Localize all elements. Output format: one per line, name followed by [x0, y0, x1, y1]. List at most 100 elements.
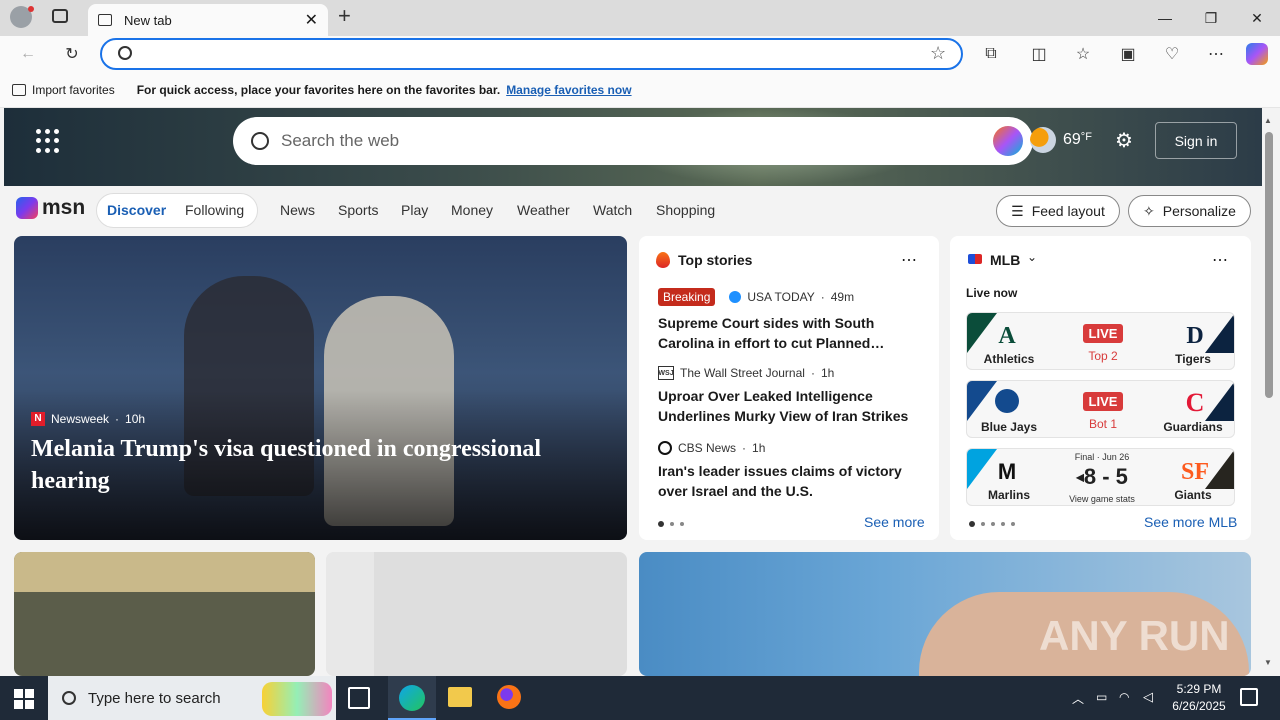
- close-tab-icon[interactable]: ✕: [305, 10, 318, 30]
- import-favorites-button[interactable]: Import favorites: [12, 83, 115, 97]
- collections-icon[interactable]: ▣: [1112, 38, 1144, 70]
- game-final-status: Final · Jun 26: [1074, 452, 1130, 462]
- svg-text:SF: SF: [1181, 459, 1209, 485]
- top-stories-title[interactable]: Top stories: [678, 252, 752, 268]
- svg-text:A: A: [998, 323, 1016, 349]
- news-card-image[interactable]: ANY RUN: [639, 552, 1251, 676]
- weather-partly-cloudy-icon[interactable]: [1030, 127, 1056, 153]
- story-headline[interactable]: Iran's leader issues claims of victory o…: [658, 461, 923, 501]
- taskbar-search-box[interactable]: Type here to search: [48, 676, 336, 720]
- svg-text:C: C: [1186, 388, 1205, 417]
- team-logo: D: [1155, 313, 1234, 353]
- task-view-icon[interactable]: [348, 687, 370, 709]
- address-bar[interactable]: ☆: [100, 38, 963, 70]
- new-tab-icon[interactable]: +: [338, 4, 360, 30]
- split-screen-icon[interactable]: ◫: [1023, 38, 1055, 70]
- cbs-eye-logo-icon: [658, 441, 672, 455]
- show-hidden-icons-chevron-icon[interactable]: ︿: [1072, 690, 1084, 707]
- close-window-icon[interactable]: ✕: [1234, 0, 1280, 36]
- apps-grid-icon[interactable]: [36, 129, 60, 153]
- game-tile[interactable]: Blue Jays LIVE Bot 1 C Guardians: [966, 380, 1235, 438]
- restore-icon[interactable]: ❐: [1188, 0, 1234, 36]
- see-more-link[interactable]: See more: [864, 514, 925, 530]
- volume-icon[interactable]: ◁: [1143, 689, 1153, 705]
- edge-taskbar-button[interactable]: [388, 676, 436, 720]
- nav-play[interactable]: Play: [401, 202, 428, 218]
- nav-sports[interactable]: Sports: [338, 202, 378, 218]
- edge-icon: [399, 685, 425, 711]
- extensions-icon[interactable]: ⧉: [975, 38, 1007, 70]
- game-tile[interactable]: A Athletics LIVE Top 2 D Tigers: [966, 312, 1235, 370]
- sliders-icon: ☰: [1011, 202, 1024, 219]
- msn-butterfly-icon: [16, 197, 38, 219]
- browser-essentials-icon[interactable]: ♡: [1156, 38, 1188, 70]
- game-tile[interactable]: M Marlins Final · Jun 26 ◀8 - 5 View gam…: [966, 448, 1235, 506]
- story-age: 1h: [820, 366, 835, 380]
- more-options-icon[interactable]: ⋯: [1212, 250, 1228, 270]
- nav-news[interactable]: News: [280, 202, 315, 218]
- chevron-down-icon[interactable]: ⌄: [1027, 250, 1037, 264]
- wifi-icon[interactable]: ◠: [1119, 690, 1129, 704]
- hero-story-card[interactable]: N Newsweek · 10h Melania Trump's visa qu…: [14, 236, 627, 540]
- tab-following[interactable]: Following: [185, 202, 244, 218]
- manage-favorites-link[interactable]: Manage favorites now: [506, 83, 631, 97]
- page-settings-gear-icon[interactable]: ⚙: [1115, 130, 1137, 152]
- news-card-placeholder[interactable]: [326, 552, 627, 676]
- import-favorites-icon: [12, 83, 26, 96]
- web-search-box[interactable]: Search the web: [233, 117, 1033, 165]
- search-icon: [118, 46, 132, 60]
- copilot-icon[interactable]: [1246, 43, 1268, 65]
- scroll-down-arrow-icon[interactable]: ▼: [1264, 658, 1272, 667]
- browser-title-bar: New tab ✕ + — ❐ ✕: [0, 0, 1280, 36]
- firefox-icon[interactable]: [497, 685, 521, 709]
- notifications-icon[interactable]: [1240, 688, 1258, 706]
- favorites-icon[interactable]: ☆: [1067, 38, 1099, 70]
- live-now-label: Live now: [966, 286, 1018, 300]
- story-headline[interactable]: Supreme Court sides with South Carolina …: [658, 313, 923, 353]
- nav-weather[interactable]: Weather: [517, 202, 570, 218]
- more-options-icon[interactable]: ⋯: [901, 250, 917, 270]
- newsweek-logo-icon: N: [31, 412, 45, 426]
- system-clock[interactable]: 5:29 PM 6/26/2025: [1166, 681, 1232, 715]
- personalize-button[interactable]: ✧ Personalize: [1128, 195, 1251, 227]
- nav-shopping[interactable]: Shopping: [656, 202, 715, 218]
- inning-status: Top 2: [1088, 349, 1118, 363]
- personalize-sparkle-icon: ✧: [1143, 202, 1155, 219]
- view-game-stats-link[interactable]: View game stats: [1057, 494, 1147, 504]
- news-card-image[interactable]: [14, 552, 315, 676]
- nav-money[interactable]: Money: [451, 202, 493, 218]
- see-more-mlb-link[interactable]: See more MLB: [1144, 514, 1237, 530]
- file-explorer-icon[interactable]: [448, 687, 472, 707]
- mlb-pager[interactable]: [969, 521, 1015, 527]
- network-icon[interactable]: ▭: [1096, 690, 1107, 704]
- back-icon[interactable]: ←: [12, 38, 44, 70]
- web-search-placeholder: Search the web: [281, 131, 400, 150]
- refresh-icon[interactable]: ↻: [56, 38, 88, 70]
- settings-more-icon[interactable]: ⋯: [1200, 38, 1232, 70]
- sign-in-button[interactable]: Sign in: [1155, 122, 1237, 159]
- hero-headline[interactable]: Melania Trump's visa questioned in congr…: [31, 433, 591, 497]
- svg-text:D: D: [1186, 323, 1203, 349]
- windows-start-icon[interactable]: [14, 689, 34, 709]
- tab-discover[interactable]: Discover: [107, 202, 166, 218]
- trending-flame-icon: [656, 252, 670, 268]
- feed-layout-button[interactable]: ☰ Feed layout: [996, 195, 1120, 227]
- top-stories-pager[interactable]: [658, 521, 684, 527]
- scroll-up-arrow-icon[interactable]: ▲: [1264, 116, 1272, 125]
- copilot-search-icon[interactable]: [993, 126, 1023, 156]
- weather-temperature[interactable]: 69°F: [1063, 131, 1092, 149]
- msn-logo-text: msn: [42, 196, 86, 219]
- page-scrollbar[interactable]: ▲ ▼: [1262, 108, 1280, 676]
- team-logo: M: [967, 449, 1047, 489]
- msn-logo[interactable]: msn: [16, 196, 85, 220]
- story-headline[interactable]: Uproar Over Leaked Intelligence Underlin…: [658, 386, 923, 426]
- tab-actions-icon[interactable]: [52, 9, 68, 23]
- nav-watch[interactable]: Watch: [593, 202, 632, 218]
- add-favorite-star-icon[interactable]: ☆: [930, 43, 946, 64]
- hero-source: N Newsweek · 10h: [31, 412, 145, 426]
- scroll-thumb[interactable]: [1265, 132, 1273, 398]
- tab-new-tab[interactable]: New tab ✕: [88, 4, 328, 36]
- minimize-icon[interactable]: —: [1142, 0, 1188, 36]
- mlb-title[interactable]: MLB: [990, 252, 1020, 268]
- story-source: WSJ The Wall Street Journal · 1h: [658, 366, 834, 380]
